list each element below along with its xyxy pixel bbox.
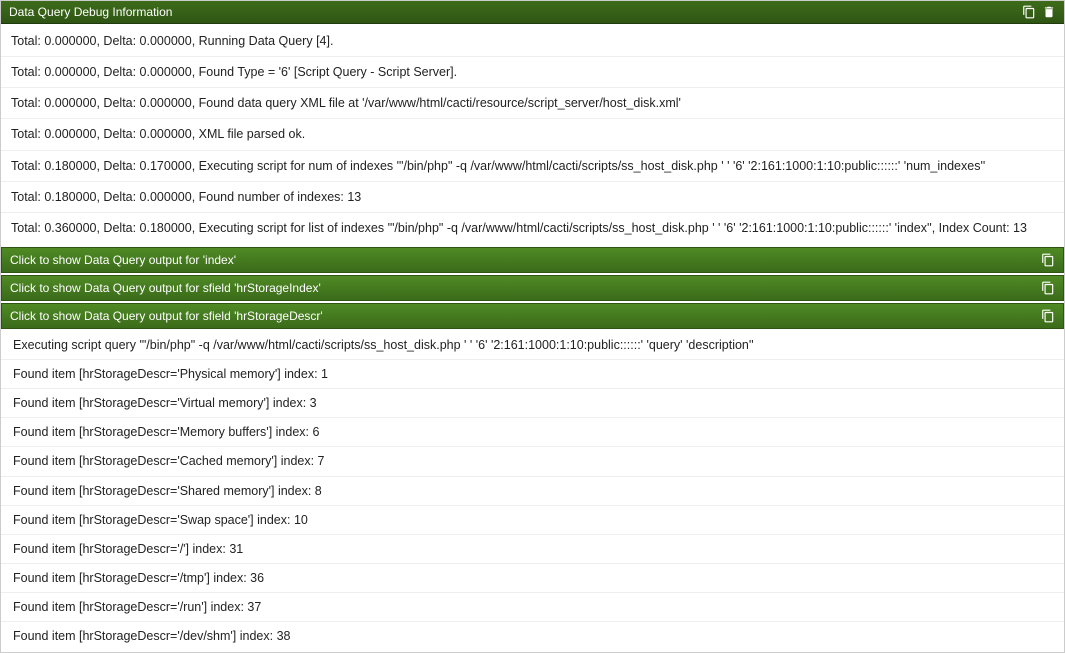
collapser-bar[interactable]: Click to show Data Query output for sfie… — [1, 303, 1064, 329]
log-line: Total: 0.180000, Delta: 0.170000, Execut… — [1, 150, 1064, 181]
output-line: Found item [hrStorageDescr='/tmp'] index… — [1, 563, 1064, 592]
panel-header: Data Query Debug Information — [1, 1, 1064, 24]
log-block: Total: 0.000000, Delta: 0.000000, Runnin… — [1, 24, 1064, 245]
collapser-label: Click to show Data Query output for sfie… — [10, 281, 1041, 295]
copy-icon[interactable] — [1041, 281, 1055, 295]
trash-icon[interactable] — [1042, 5, 1056, 19]
log-line: Total: 0.360000, Delta: 0.180000, Execut… — [1, 212, 1064, 243]
debug-panel: Data Query Debug Information Total: 0.00… — [0, 0, 1065, 653]
panel-title: Data Query Debug Information — [9, 5, 1022, 19]
output-line: Found item [hrStorageDescr='Physical mem… — [1, 359, 1064, 388]
output-line: Found item [hrStorageDescr='/run'] index… — [1, 592, 1064, 621]
output-line: Found item [hrStorageDescr='/dev/shm'] i… — [1, 621, 1064, 650]
log-line: Total: 0.000000, Delta: 0.000000, Found … — [1, 56, 1064, 87]
collapser-label: Click to show Data Query output for sfie… — [10, 309, 1041, 323]
output-line: Found item [hrStorageDescr='Memory buffe… — [1, 417, 1064, 446]
collapser-bar[interactable]: Click to show Data Query output for sfie… — [1, 275, 1064, 301]
log-line: Total: 0.000000, Delta: 0.000000, Runnin… — [1, 26, 1064, 56]
copy-icon[interactable] — [1041, 309, 1055, 323]
output-line: Found item [hrStorageDescr='Virtual memo… — [1, 388, 1064, 417]
copy-icon[interactable] — [1041, 253, 1055, 267]
output-line: Found item [hrStorageDescr='Swap space']… — [1, 505, 1064, 534]
output-line: Found item [hrStorageDescr='Cached memor… — [1, 446, 1064, 475]
log-line: Total: 0.000000, Delta: 0.000000, Found … — [1, 87, 1064, 118]
log-line: Total: 0.000000, Delta: 0.000000, XML fi… — [1, 118, 1064, 149]
output-line: Found item [hrStorageDescr='/'] index: 3… — [1, 534, 1064, 563]
copy-icon[interactable] — [1022, 5, 1036, 19]
output-line: Found item [hrStorageDescr='Shared memor… — [1, 476, 1064, 505]
collapser-bar[interactable]: Click to show Data Query output for 'ind… — [1, 247, 1064, 273]
expanded-output: Executing script query '"/bin/php" -q /v… — [1, 329, 1064, 652]
collapser-group: Click to show Data Query output for 'ind… — [1, 247, 1064, 329]
log-line: Total: 0.180000, Delta: 0.000000, Found … — [1, 181, 1064, 212]
collapser-label: Click to show Data Query output for 'ind… — [10, 253, 1041, 267]
output-line: Executing script query '"/bin/php" -q /v… — [1, 331, 1064, 359]
